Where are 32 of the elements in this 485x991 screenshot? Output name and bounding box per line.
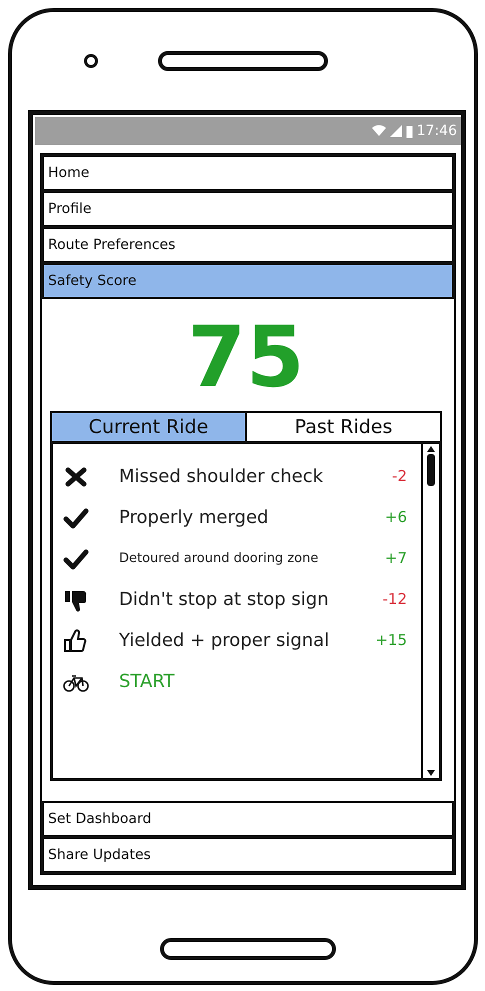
event-points: +15 (375, 630, 407, 652)
event-label: Didn't stop at stop sign (119, 588, 329, 612)
event-points: +7 (384, 548, 407, 570)
event-label: Properly merged (119, 506, 268, 530)
home-button[interactable] (160, 938, 336, 960)
event-points: -12 (382, 589, 407, 610)
safety-score: 75 (188, 315, 304, 399)
scroll-up-icon[interactable] (425, 444, 437, 454)
scroll-thumb[interactable] (427, 454, 435, 486)
event-label: Missed shoulder check (119, 465, 324, 489)
thumbs-up-icon (63, 628, 89, 652)
scroll-down-icon[interactable] (425, 768, 437, 778)
camera-dot (84, 54, 98, 68)
event-label: Yielded + proper signal (119, 629, 330, 653)
cross-icon (63, 464, 89, 488)
menu-item[interactable]: Safety Score (42, 263, 454, 299)
event-label: START (119, 670, 175, 694)
menu-item[interactable]: Share Updates (42, 837, 454, 873)
menu-item[interactable]: Route Preferences (42, 227, 454, 263)
event-label: Detoured around dooring zone (119, 550, 318, 568)
clock-time: 17:46 (416, 122, 457, 140)
menu-item[interactable]: Home (42, 155, 454, 191)
signal-icon (390, 125, 402, 137)
check-icon (63, 546, 89, 570)
check-icon (63, 506, 89, 530)
menu-item[interactable]: Profile (42, 191, 454, 227)
event-points: -2 (392, 466, 407, 488)
wifi-icon (372, 125, 386, 137)
menu-item[interactable]: Set Dashboard (42, 801, 454, 837)
tab[interactable]: Current Ride (52, 413, 247, 441)
event-points: +6 (384, 507, 407, 528)
battery-icon (406, 124, 413, 138)
